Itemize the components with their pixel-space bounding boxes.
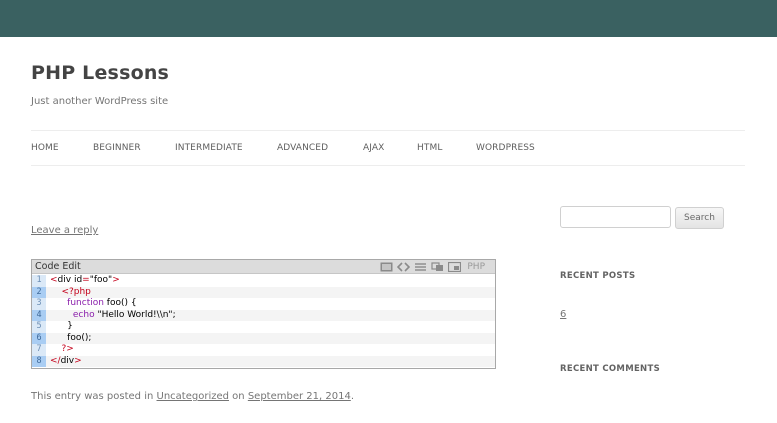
recent-post-link[interactable]: 6 [560,309,566,320]
code-lines: 1 <div id="foo"> 2 <?php 3 function foo() {… [32,275,495,367]
code-line: 8 </div> [32,355,495,368]
code-block: Code Edit PHP 1 <div id="foo"> 2 <?php 3… [31,259,496,369]
code-token: "Hello World!\\n"; [94,309,176,320]
popup-icon[interactable] [448,262,462,272]
code-token: > [74,355,82,366]
code-token: > [112,275,120,285]
code-line: 1 <div id="foo"> [32,275,495,287]
top-bar [0,0,777,37]
code-brackets-icon[interactable] [397,262,411,272]
search-input[interactable] [560,206,671,228]
search-button[interactable]: Search [675,207,724,229]
entry-meta-on: on [232,391,245,402]
code-token: = [82,275,90,285]
nav-item-ajax[interactable]: AJAX [363,143,384,153]
view-source-icon[interactable] [380,262,393,272]
code-text: function foo() { [50,298,137,310]
code-line: 4 echo "Hello World!\\n"; [32,309,495,322]
nav-item-beginner[interactable]: BEGINNER [93,143,141,153]
category-link[interactable]: Uncategorized [157,391,229,402]
code-token: div id [57,275,83,285]
post-date-link[interactable]: September 21, 2014 [248,391,351,402]
code-text: foo(); [50,333,91,345]
nav-item-html[interactable]: HTML [417,143,442,153]
code-toolbar: PHP [380,261,485,273]
code-text: <?php [50,286,91,299]
code-token: } [50,321,73,331]
line-number: 5 [32,321,46,333]
code-token: echo [72,309,95,320]
code-token: ?> [50,344,74,354]
code-line: 5 } [32,321,495,333]
code-token: <?php [50,286,91,297]
site-description: Just another WordPress site [31,96,169,107]
code-token: < [50,275,58,285]
code-line: 3 function foo() { [32,298,495,310]
code-text: echo "Hello World!\\n"; [50,310,176,322]
line-number: 1 [32,275,46,287]
line-number: 2 [32,286,46,298]
leave-reply-link[interactable]: Leave a reply [31,225,98,236]
code-line: 6 foo(); [32,332,495,345]
code-block-title: Code Edit [35,261,81,272]
code-line: 7 ?> [32,344,495,356]
code-language-label: PHP [467,262,485,272]
site-title[interactable]: PHP Lessons [31,62,169,84]
nav-item-wordpress[interactable]: WORDPRESS [476,143,535,153]
main-navigation: HOME BEGINNER INTERMEDIATE ADVANCED AJAX… [31,130,745,166]
code-token: "foo" [89,275,113,285]
code-line: 2 <?php [32,286,495,299]
entry-meta-suffix: . [350,391,354,402]
code-token: div [60,355,75,366]
line-number: 4 [32,309,46,321]
line-number: 8 [32,355,46,367]
line-number: 7 [32,344,46,356]
code-token: </ [50,355,61,366]
recent-comments-title: RECENT COMMENTS [560,364,660,374]
code-token: function [67,298,104,308]
code-text: } [50,321,73,333]
code-token: foo() { [103,298,137,308]
entry-meta: This entry was posted in Uncategorized o… [31,391,354,402]
nav-item-intermediate[interactable]: INTERMEDIATE [175,143,243,153]
code-text: ?> [50,344,74,356]
code-text: <div id="foo"> [50,275,120,287]
entry-meta-prefix: This entry was posted in [31,391,154,402]
nav-item-advanced[interactable]: ADVANCED [277,143,328,153]
line-number: 3 [32,298,46,310]
wrap-lines-icon[interactable] [414,262,427,272]
code-token: foo(); [50,332,92,343]
recent-posts-title: RECENT POSTS [560,271,636,281]
code-text: </div> [50,356,82,368]
line-number: 6 [32,332,46,344]
nav-item-home[interactable]: HOME [31,143,59,153]
copy-icon[interactable] [431,262,444,272]
code-block-header: Code Edit PHP [32,260,495,274]
